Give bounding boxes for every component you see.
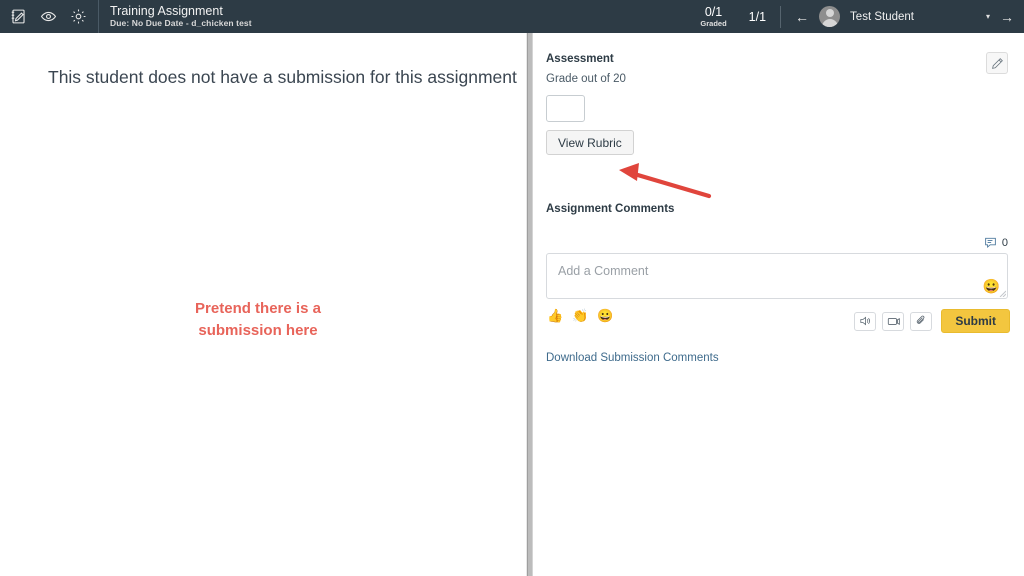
attachment-icon[interactable] [910,311,933,331]
avatar [819,6,841,27]
reaction-thumbs-up-icon[interactable]: 👍 [547,309,563,322]
assessment-heading: Assessment [546,53,614,65]
comment-bubble-icon [985,237,996,249]
grading-pane: Assessment Grade out of 20 View Rubric A… [534,33,1024,576]
student-navigation: ← Test Student ▾ → [781,0,1024,33]
reaction-smile-icon[interactable]: 😀 [597,309,613,322]
assignment-icon[interactable] [8,7,28,27]
graded-count: 0/1 [704,4,723,19]
emoji-picker-icon[interactable]: 😀 [983,279,1000,293]
quick-reaction-group: 👍 👏 😀 [547,309,614,322]
chevron-down-icon[interactable]: ▾ [986,12,990,21]
previous-student-button[interactable]: ← [795,10,809,24]
assignment-subtitle: Due: No Due Date - d_chicken test [110,18,252,28]
graded-label: Graded [700,19,727,28]
submit-button[interactable]: Submit [941,309,1010,333]
graded-stat: 0/1 Graded [700,4,727,28]
grade-out-of-label: Grade out of 20 [546,73,626,85]
comment-count-value: 0 [1001,236,1008,249]
submission-placeholder-annotation: Pretend there is a submission here [0,298,516,342]
comment-count-indicator: 0 [984,236,1008,249]
assignment-comments-heading: Assignment Comments [546,203,675,215]
annotation-line-1: Pretend there is a [195,300,321,317]
assignment-title-block: Training Assignment Due: No Due Date - d… [99,0,252,33]
view-rubric-button[interactable]: View Rubric [546,130,634,155]
video-comment-icon[interactable] [882,311,905,331]
red-arrow-annotation [609,158,719,203]
comment-placeholder: Add a Comment [558,264,649,278]
annotation-line-2: submission here [198,322,318,339]
pane-resize-handle[interactable] [527,33,533,576]
reaction-clap-icon[interactable]: 👏 [572,309,588,322]
gear-icon[interactable] [68,7,88,27]
top-bar: Training Assignment Due: No Due Date - d… [0,0,1024,33]
grade-input[interactable] [546,95,585,122]
submission-pane: This student does not have a submission … [0,33,527,576]
student-position: 1/1 [748,9,767,24]
comment-action-row: Submit [854,309,1010,333]
eye-icon[interactable] [38,7,58,27]
student-name[interactable]: Test Student [850,11,914,23]
next-student-button[interactable]: → [1000,10,1014,24]
pencil-icon[interactable] [986,52,1008,74]
audio-comment-icon[interactable] [854,311,877,331]
assignment-title: Training Assignment [110,4,223,18]
grading-stats: 0/1 Graded 1/1 [700,0,780,33]
no-submission-message: This student does not have a submission … [48,67,517,87]
comment-textarea-wrapper[interactable]: Add a Comment 😀 [546,253,1008,299]
download-submission-comments-link[interactable]: Download Submission Comments [546,352,719,364]
topbar-icon-group [0,0,99,33]
